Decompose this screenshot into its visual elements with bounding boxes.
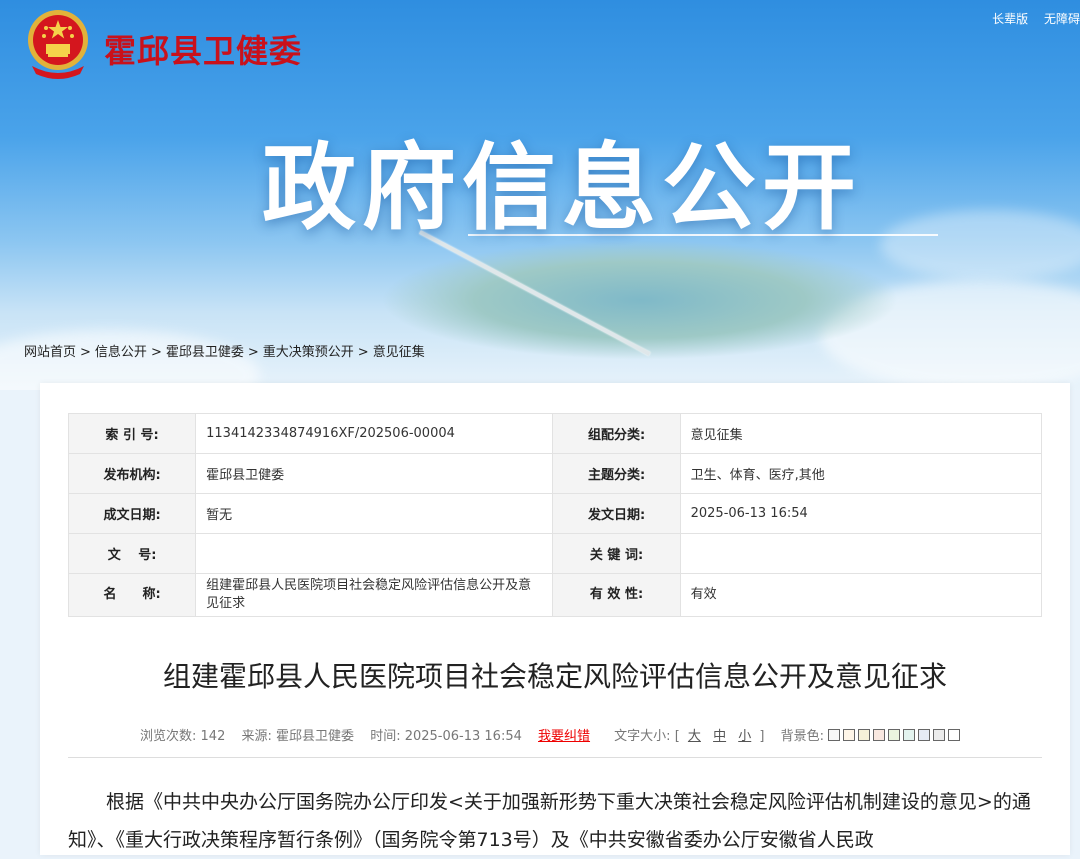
meta-value: 霍邱县卫健委: [195, 453, 554, 494]
meta-key: 发文日期:: [552, 493, 681, 534]
font-size-small[interactable]: 小: [738, 729, 751, 744]
cloud-decoration: [880, 210, 1080, 280]
time-label: 时间:: [370, 729, 401, 744]
meta-value: 有效: [679, 573, 1043, 617]
meta-key: 成文日期:: [67, 493, 197, 534]
breadcrumb: 网站首页 > 信息公开 > 霍邱县卫健委 > 重大决策预公开 > 意见征集: [24, 345, 425, 360]
table-row: 成文日期: 暂无 发文日期: 2025-06-13 16:54: [67, 493, 1043, 534]
bg-color-swatches: [828, 729, 963, 744]
bg-color-swatch[interactable]: [828, 729, 841, 741]
landscape-image: [380, 240, 900, 360]
meta-key: 有 效 性:: [552, 573, 681, 617]
elder-mode-link[interactable]: 长辈版: [992, 12, 1028, 26]
source-value: 霍邱县卫健委: [276, 729, 355, 744]
national-emblem-icon: [28, 10, 88, 79]
table-row: 索 引 号: 1134142334874916XF/202506-00004 组…: [67, 413, 1043, 454]
meta-key: 主题分类:: [552, 453, 681, 494]
bg-color-swatch[interactable]: [933, 729, 946, 741]
breadcrumb-decision[interactable]: 重大决策预公开: [263, 345, 354, 360]
meta-key: 关 键 词:: [552, 533, 681, 574]
meta-key: 名 称:: [67, 573, 197, 617]
divider: [68, 757, 1042, 758]
bg-color-swatch[interactable]: [888, 729, 901, 741]
bg-color-swatch[interactable]: [903, 729, 916, 741]
article-title: 组建霍邱县人民医院项目社会稳定风险评估信息公开及意见征求: [162, 660, 947, 693]
article-body: 根据《中共中央办公厅国务院办公厅印发<关于加强新形势下重大决策社会稳定风险评估机…: [68, 783, 1048, 859]
breadcrumb-home[interactable]: 网站首页: [24, 345, 76, 360]
bg-color-swatch[interactable]: [858, 729, 871, 741]
meta-value: 1134142334874916XF/202506-00004: [195, 413, 554, 454]
time-value: 2025-06-13 16:54: [404, 729, 522, 744]
meta-key: 组配分类:: [552, 413, 681, 454]
views-label: 浏览次数:: [140, 729, 197, 744]
bracket-close: ]: [759, 729, 765, 744]
body-paragraph: 根据《中共中央办公厅国务院办公厅印发<关于加强新形势下重大决策社会稳定风险评估机…: [68, 791, 1031, 851]
meta-value: 卫生、体育、医疗,其他: [679, 453, 1043, 494]
bg-color-swatch[interactable]: [918, 729, 931, 741]
bg-color-swatch[interactable]: [873, 729, 886, 741]
breadcrumb-info-public[interactable]: 信息公开: [95, 345, 147, 360]
meta-key: 文 号:: [67, 533, 197, 574]
bg-color-swatch[interactable]: [843, 729, 856, 741]
meta-key: 发布机构:: [67, 453, 197, 494]
metadata-table: 索 引 号: 1134142334874916XF/202506-00004 组…: [67, 413, 1043, 617]
accessibility-link[interactable]: 无障碍: [1044, 12, 1080, 26]
top-links: 长辈版 无障碍: [980, 10, 1080, 27]
meta-value: 组建霍邱县人民医院项目社会稳定风险评估信息公开及意见征求: [195, 573, 554, 617]
breadcrumb-current[interactable]: 意见征集: [373, 345, 425, 360]
meta-value: 暂无: [195, 493, 554, 534]
table-row: 文 号: 关 键 词:: [67, 533, 1043, 574]
header-banner: 霍邱县卫健委 长辈版 无障碍 政府信息公开 网站首页 > 信息公开 > 霍邱县卫健委 > 重…: [0, 0, 1080, 390]
views-count: 142: [200, 729, 226, 744]
article-info-bar: 浏览次数: 142 来源: 霍邱县卫健委 时间: 2025-06-13 16:5…: [140, 725, 963, 744]
meta-value: [679, 533, 1043, 574]
site-title: 霍邱县卫健委: [104, 32, 303, 70]
breadcrumb-department[interactable]: 霍邱县卫健委: [166, 345, 244, 360]
font-size-label: 文字大小:: [614, 729, 671, 744]
content-panel: 索 引 号: 1134142334874916XF/202506-00004 组…: [40, 383, 1070, 855]
meta-value: 2025-06-13 16:54: [679, 493, 1043, 534]
meta-value: [195, 533, 554, 574]
bracket-open: [: [674, 729, 680, 744]
table-row: 名 称: 组建霍邱县人民医院项目社会稳定风险评估信息公开及意见征求 有 效 性:…: [67, 573, 1043, 617]
report-error-link[interactable]: 我要纠错: [538, 729, 590, 744]
font-size-large[interactable]: 大: [688, 729, 701, 744]
bg-color-label: 背景色:: [780, 729, 824, 744]
source-label: 来源:: [241, 729, 272, 744]
cloud-decoration: [0, 330, 260, 390]
table-row: 发布机构: 霍邱县卫健委 主题分类: 卫生、体育、医疗,其他: [67, 453, 1043, 494]
meta-value: 意见征集: [679, 413, 1043, 454]
bg-color-swatch[interactable]: [948, 729, 961, 741]
meta-key: 索 引 号:: [67, 413, 197, 454]
hero-title: 政府信息公开: [262, 134, 863, 243]
font-size-medium[interactable]: 中: [713, 729, 726, 744]
